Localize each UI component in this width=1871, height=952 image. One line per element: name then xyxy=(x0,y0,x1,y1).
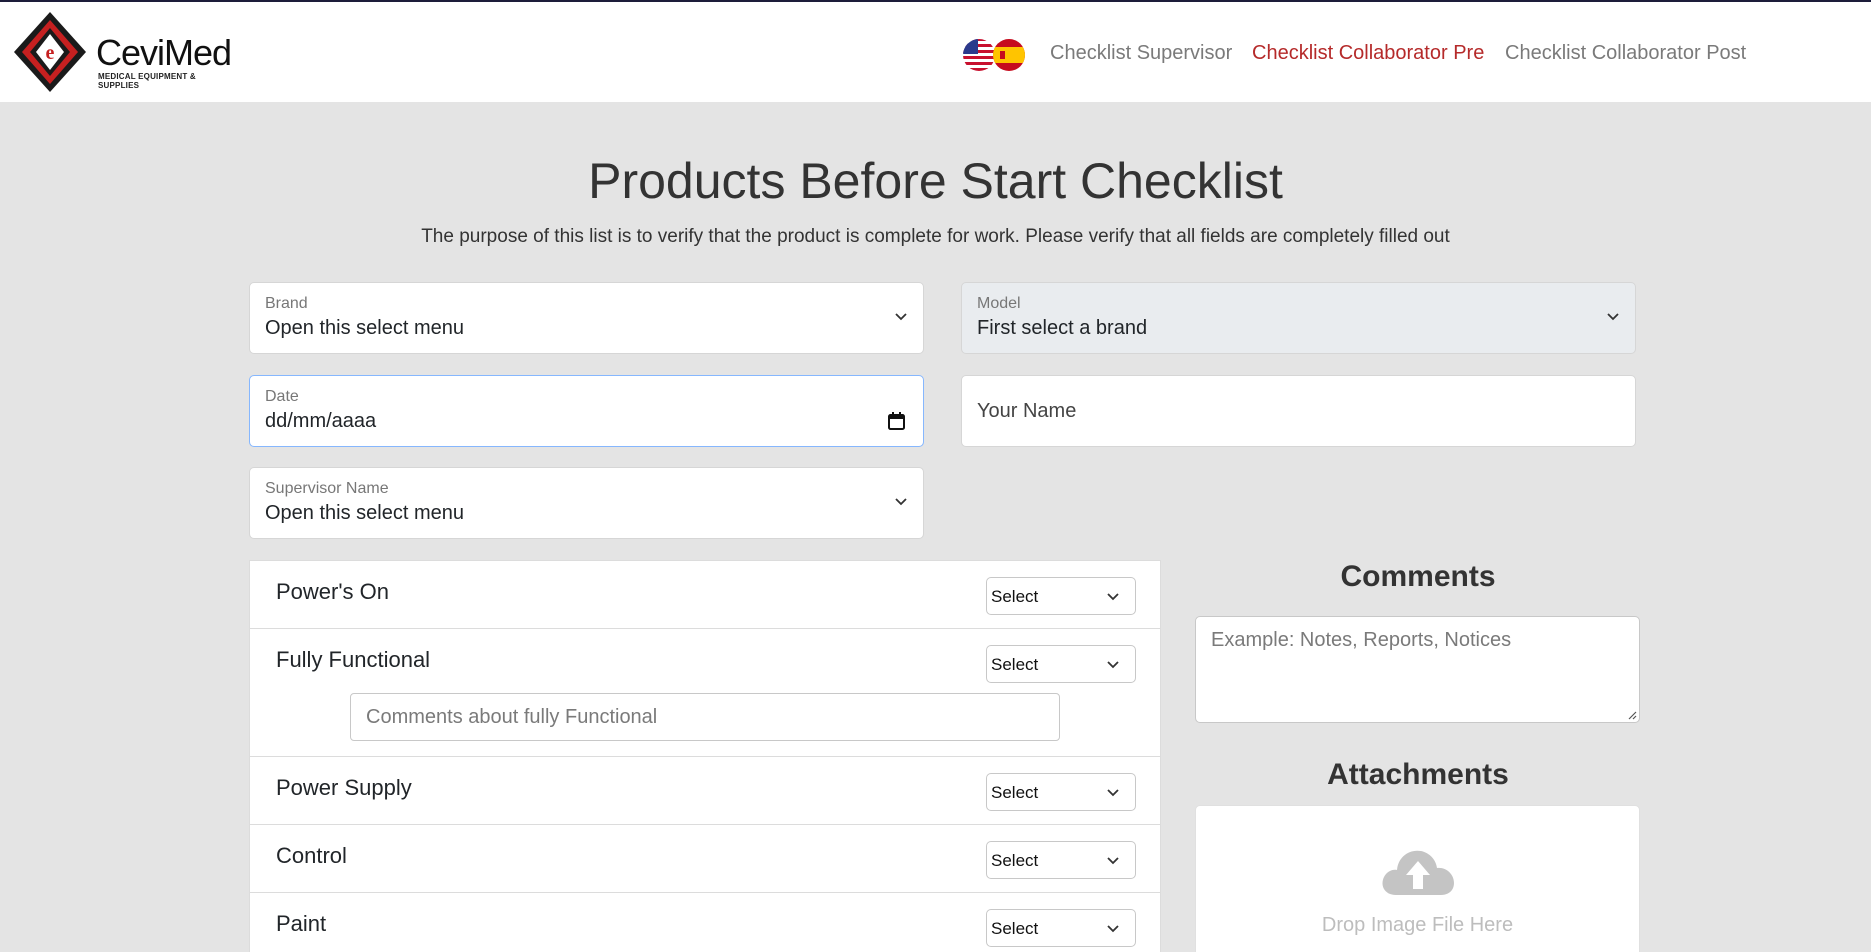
resize-grip-icon[interactable] xyxy=(1627,710,1637,720)
nav-link-collaborator-post[interactable]: Checklist Collaborator Post xyxy=(1505,42,1746,65)
brand-select[interactable]: Brand Open this select menu xyxy=(249,282,924,354)
brand-tagline: MEDICAL EQUIPMENT & SUPPLIES xyxy=(98,72,196,90)
navbar: e CeviMed MEDICAL EQUIPMENT & SUPPLIES C… xyxy=(0,0,1871,102)
model-value: First select a brand xyxy=(977,317,1148,339)
checklist-item-label: Control xyxy=(276,843,347,868)
power-supply-select[interactable]: Select xyxy=(986,773,1136,811)
select-value: Select xyxy=(991,783,1039,802)
checklist-panel: Power's On Select Fully Functional Selec… xyxy=(249,560,1161,952)
nav-link-supervisor[interactable]: Checklist Supervisor xyxy=(1050,42,1232,65)
checklist-row-powers-on: Power's On Select xyxy=(250,561,1160,629)
checklist-row-power-supply: Power Supply Select xyxy=(250,757,1160,825)
attachments-heading: Attachments xyxy=(1327,758,1509,791)
powers-on-select[interactable]: Select xyxy=(986,577,1136,615)
comments-textarea[interactable]: Example: Notes, Reports, Notices xyxy=(1195,616,1640,723)
drop-zone-text: Drop Image File Here xyxy=(1321,914,1514,936)
checklist-item-label: Fully Functional xyxy=(276,647,431,672)
fully-functional-comment-input[interactable]: Comments about fully Functional xyxy=(350,693,1060,741)
language-switcher[interactable] xyxy=(962,38,1026,72)
supervisor-value: Open this select menu xyxy=(265,502,464,524)
brand-value: Open this select menu xyxy=(265,317,464,339)
checklist-item-label: Power's On xyxy=(276,579,390,604)
fully-functional-select[interactable]: Select xyxy=(986,645,1136,683)
calendar-icon[interactable] xyxy=(888,412,905,430)
date-label: Date xyxy=(265,388,299,405)
select-value: Select xyxy=(991,655,1039,674)
comments-placeholder: Example: Notes, Reports, Notices xyxy=(1211,629,1512,651)
select-value: Select xyxy=(991,919,1039,938)
date-input[interactable]: Date dd/mm/aaaa xyxy=(249,375,924,447)
brand-label: Brand xyxy=(265,295,308,312)
your-name-placeholder: Your Name xyxy=(977,400,1077,422)
spain-flag-icon[interactable] xyxy=(992,38,1026,72)
us-flag-icon[interactable] xyxy=(962,38,996,72)
checklist-row-paint: Paint Select xyxy=(250,893,1160,952)
cloud-upload-icon xyxy=(1382,850,1454,895)
chevron-down-icon xyxy=(895,313,907,321)
chevron-down-icon xyxy=(895,498,907,506)
comments-heading: Comments xyxy=(1340,560,1496,593)
nav-link-collaborator-pre[interactable]: Checklist Collaborator Pre xyxy=(1252,42,1484,65)
checklist-row-fully-functional: Fully Functional Select Comments about f… xyxy=(250,629,1160,757)
fully-functional-comment-placeholder: Comments about fully Functional xyxy=(366,706,658,728)
checklist-item-label: Power Supply xyxy=(276,775,412,800)
date-value: dd/mm/aaaa xyxy=(265,410,377,432)
checklist-row-control: Control Select xyxy=(250,825,1160,893)
select-value: Select xyxy=(991,587,1039,606)
chevron-down-icon xyxy=(1607,313,1619,321)
your-name-input[interactable]: Your Name xyxy=(961,375,1636,447)
chevron-down-icon xyxy=(1107,857,1119,865)
chevron-down-icon xyxy=(1107,593,1119,601)
page-title: Products Before Start Checklist xyxy=(588,153,1283,209)
model-select[interactable]: Model First select a brand xyxy=(961,282,1636,354)
image-drop-zone[interactable]: Drop Image File Here xyxy=(1195,805,1640,952)
control-select[interactable]: Select xyxy=(986,841,1136,879)
page-subtitle: The purpose of this list is to verify th… xyxy=(421,226,1450,247)
brand-name: CeviMed xyxy=(96,32,232,73)
supervisor-label: Supervisor Name xyxy=(265,480,389,497)
model-label: Model xyxy=(977,295,1021,312)
supervisor-select[interactable]: Supervisor Name Open this select menu xyxy=(249,467,924,539)
chevron-down-icon xyxy=(1107,661,1119,669)
checklist-item-label: Paint xyxy=(276,911,327,936)
logo-icon: e xyxy=(14,12,86,92)
chevron-down-icon xyxy=(1107,925,1119,933)
chevron-down-icon xyxy=(1107,789,1119,797)
select-value: Select xyxy=(991,851,1039,870)
svg-text:e: e xyxy=(46,42,55,64)
logo[interactable]: e CeviMed MEDICAL EQUIPMENT & SUPPLIES xyxy=(12,10,232,94)
paint-select[interactable]: Select xyxy=(986,909,1136,947)
